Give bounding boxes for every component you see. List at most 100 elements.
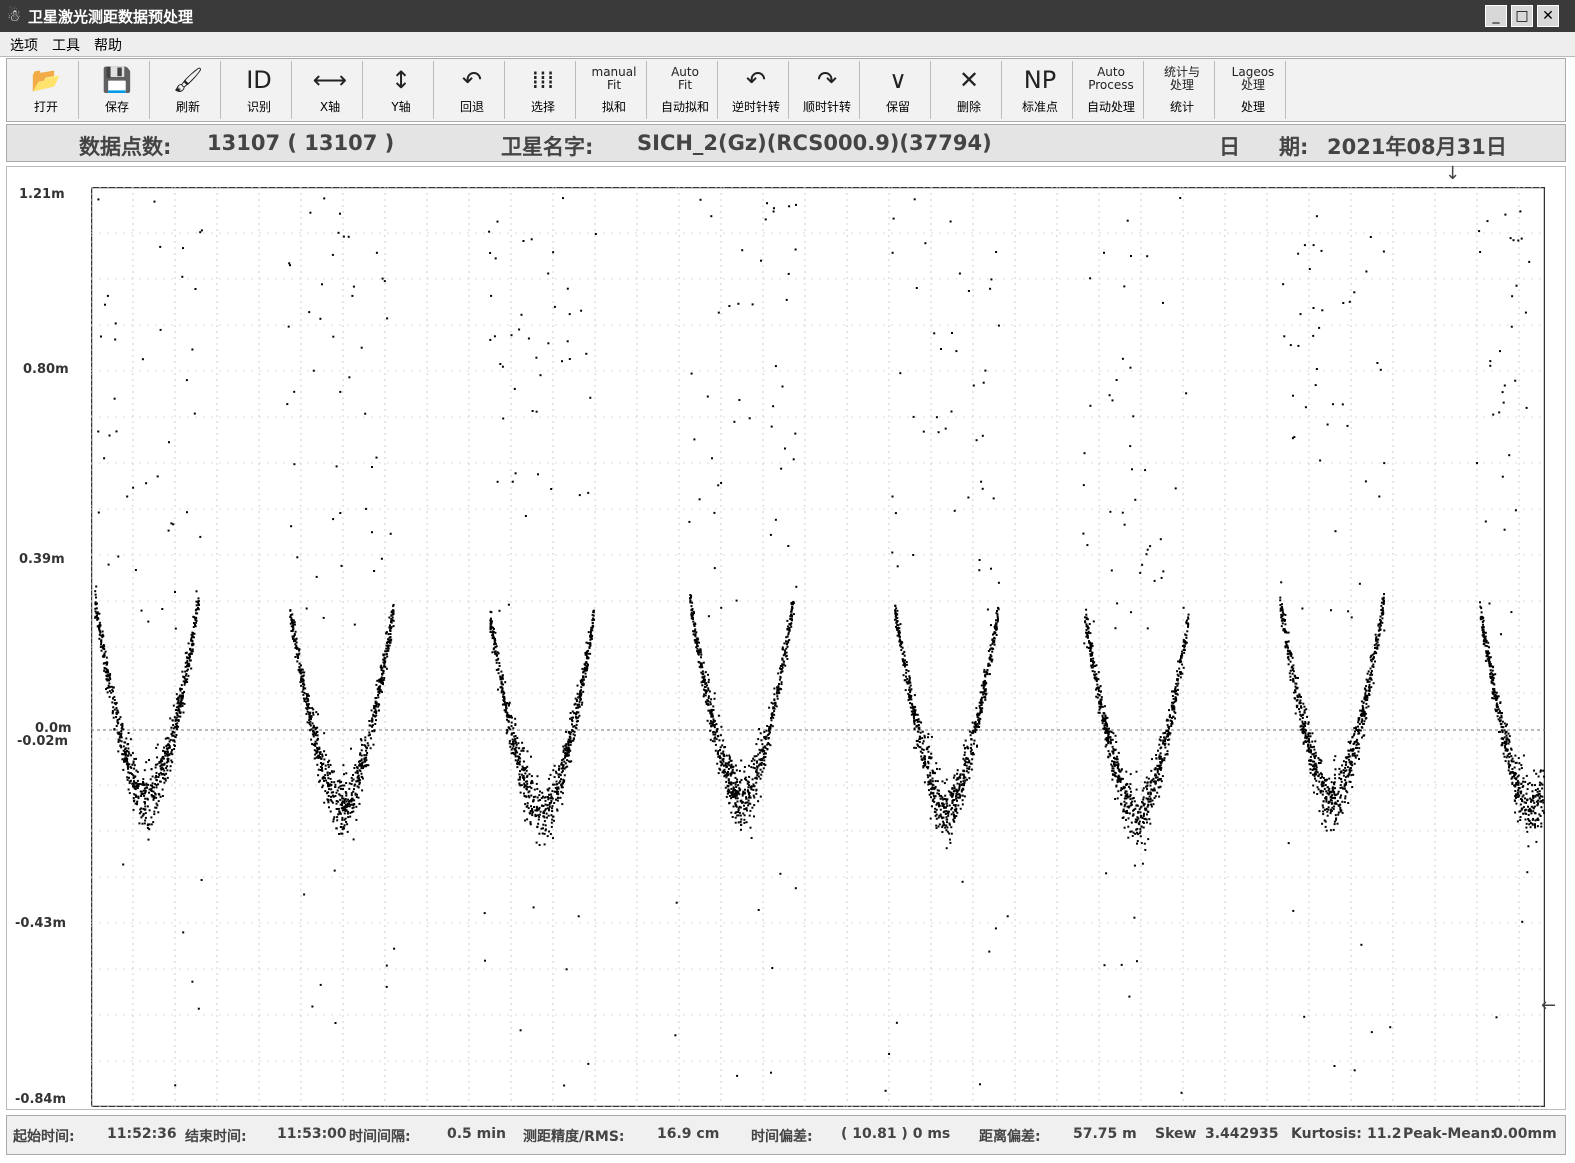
- data-point: [1110, 731, 1113, 734]
- data-point: [707, 703, 709, 706]
- data-point: [155, 779, 158, 782]
- toolbar-button-brush[interactable]: 🖌 刷新: [155, 61, 221, 119]
- data-point: [323, 758, 326, 761]
- data-point: [343, 824, 346, 827]
- data-point: [133, 764, 136, 767]
- data-point: [140, 795, 143, 797]
- toolbar-button-lageos[interactable]: Lageos 处理 处理: [1220, 61, 1286, 119]
- data-point: [1166, 719, 1169, 722]
- toolbar-button-horizontal-arrows[interactable]: ⟷ X轴: [297, 61, 363, 119]
- data-point: [549, 833, 552, 835]
- data-point: [166, 776, 169, 779]
- data-point: [790, 625, 793, 628]
- data-point: [489, 338, 492, 341]
- y-tick-label: -0.84m: [15, 1092, 67, 1107]
- menu-help[interactable]: 帮助: [94, 35, 122, 55]
- data-point: [539, 790, 541, 793]
- data-point: [301, 690, 304, 693]
- data-point: [186, 511, 188, 514]
- data-point: [550, 814, 553, 817]
- data-point: [989, 648, 991, 651]
- toolbar-button-auto-process[interactable]: Auto Process 自动处理: [1078, 61, 1144, 119]
- close-icon[interactable]: ✕: [1537, 5, 1559, 27]
- data-point: [1167, 730, 1170, 733]
- data-point: [989, 287, 992, 290]
- plot-area[interactable]: 1.21m 0.80m 0.39m 0.0m -0.02m -0.43m -0.…: [6, 163, 1566, 1110]
- menu-tools[interactable]: 工具: [52, 35, 80, 55]
- data-point: [350, 783, 353, 786]
- data-point: [556, 786, 559, 789]
- data-point: [368, 720, 371, 722]
- toolbar-button-undo[interactable]: ↶ 回退: [439, 61, 505, 119]
- data-point: [749, 785, 752, 788]
- data-point: [328, 759, 331, 762]
- data-point: [104, 303, 106, 306]
- data-point: [1349, 767, 1352, 770]
- data-point: [392, 625, 395, 628]
- toolbar-button-manual-fit[interactable]: manual Fit 拟和: [581, 61, 647, 119]
- data-point: [137, 795, 140, 798]
- data-point: [387, 638, 390, 641]
- data-point: [1134, 820, 1137, 823]
- data-point: [495, 668, 498, 671]
- toolbar-button-vertical-arrows[interactable]: ↕ Y轴: [368, 61, 434, 119]
- toolbar-button-grid-select[interactable]: ⁞⁞⁞ 选择: [510, 61, 576, 119]
- data-point: [1175, 692, 1178, 695]
- data-point: [794, 432, 797, 435]
- data-point: [94, 610, 97, 613]
- data-point: [331, 253, 334, 256]
- data-point: [1372, 682, 1375, 685]
- data-point: [1096, 696, 1099, 699]
- toolbar-button-delete-x[interactable]: ✕ 删除: [936, 61, 1002, 119]
- data-point: [1115, 764, 1118, 767]
- toolbar-button-floppy-disk[interactable]: 💾 保存: [84, 61, 150, 119]
- data-point: [1088, 640, 1090, 643]
- minimize-icon[interactable]: _: [1485, 5, 1507, 27]
- data-point: [375, 251, 378, 254]
- toolbar-button-rotate-ccw[interactable]: ↶ 逆时针转: [723, 61, 789, 119]
- data-point: [106, 691, 109, 694]
- data-point: [903, 654, 906, 657]
- data-point: [105, 661, 108, 664]
- data-point: [337, 786, 340, 789]
- menu-options[interactable]: 选项: [10, 35, 38, 55]
- data-point: [1105, 730, 1108, 733]
- data-point: [307, 703, 310, 706]
- data-point: [97, 430, 100, 433]
- toolbar-button-check[interactable]: ∨ 保留: [865, 61, 931, 119]
- data-point: [348, 376, 351, 379]
- scatter-plot[interactable]: [91, 187, 1545, 1107]
- data-point: [741, 801, 744, 804]
- toolbar-button-id[interactable]: ID 识别: [226, 61, 292, 119]
- data-point: [586, 665, 589, 668]
- data-point: [943, 806, 945, 809]
- data-point: [546, 795, 549, 798]
- data-point: [1291, 672, 1294, 675]
- data-point: [728, 795, 731, 797]
- toolbar-button-auto-fit[interactable]: Auto Fit 自动拟和: [652, 61, 718, 119]
- data-point: [371, 720, 374, 723]
- data-point: [1181, 654, 1184, 657]
- data-point: [523, 810, 526, 813]
- toolbar-button-np[interactable]: NP 标准点: [1007, 61, 1073, 119]
- data-point: [179, 694, 182, 697]
- data-point: [305, 713, 308, 715]
- data-point: [571, 723, 573, 726]
- data-point: [173, 731, 176, 734]
- data-point: [745, 796, 748, 799]
- data-point: [361, 789, 364, 792]
- data-point: [510, 752, 513, 755]
- data-point: [690, 372, 693, 375]
- toolbar-button-statistics[interactable]: 统计与 处理 统计: [1149, 61, 1215, 119]
- data-point: [312, 711, 315, 714]
- maximize-icon[interactable]: □: [1511, 5, 1533, 27]
- data-point: [291, 630, 294, 633]
- data-point: [939, 808, 942, 811]
- data-point: [153, 200, 156, 203]
- data-point: [935, 817, 938, 820]
- data-point: [316, 734, 319, 737]
- data-point: [133, 775, 136, 778]
- toolbar-button-rotate-cw[interactable]: ↷ 顺时针转: [794, 61, 860, 119]
- data-point: [1141, 862, 1144, 865]
- toolbar-button-folder-open[interactable]: 📂 打开: [13, 61, 79, 119]
